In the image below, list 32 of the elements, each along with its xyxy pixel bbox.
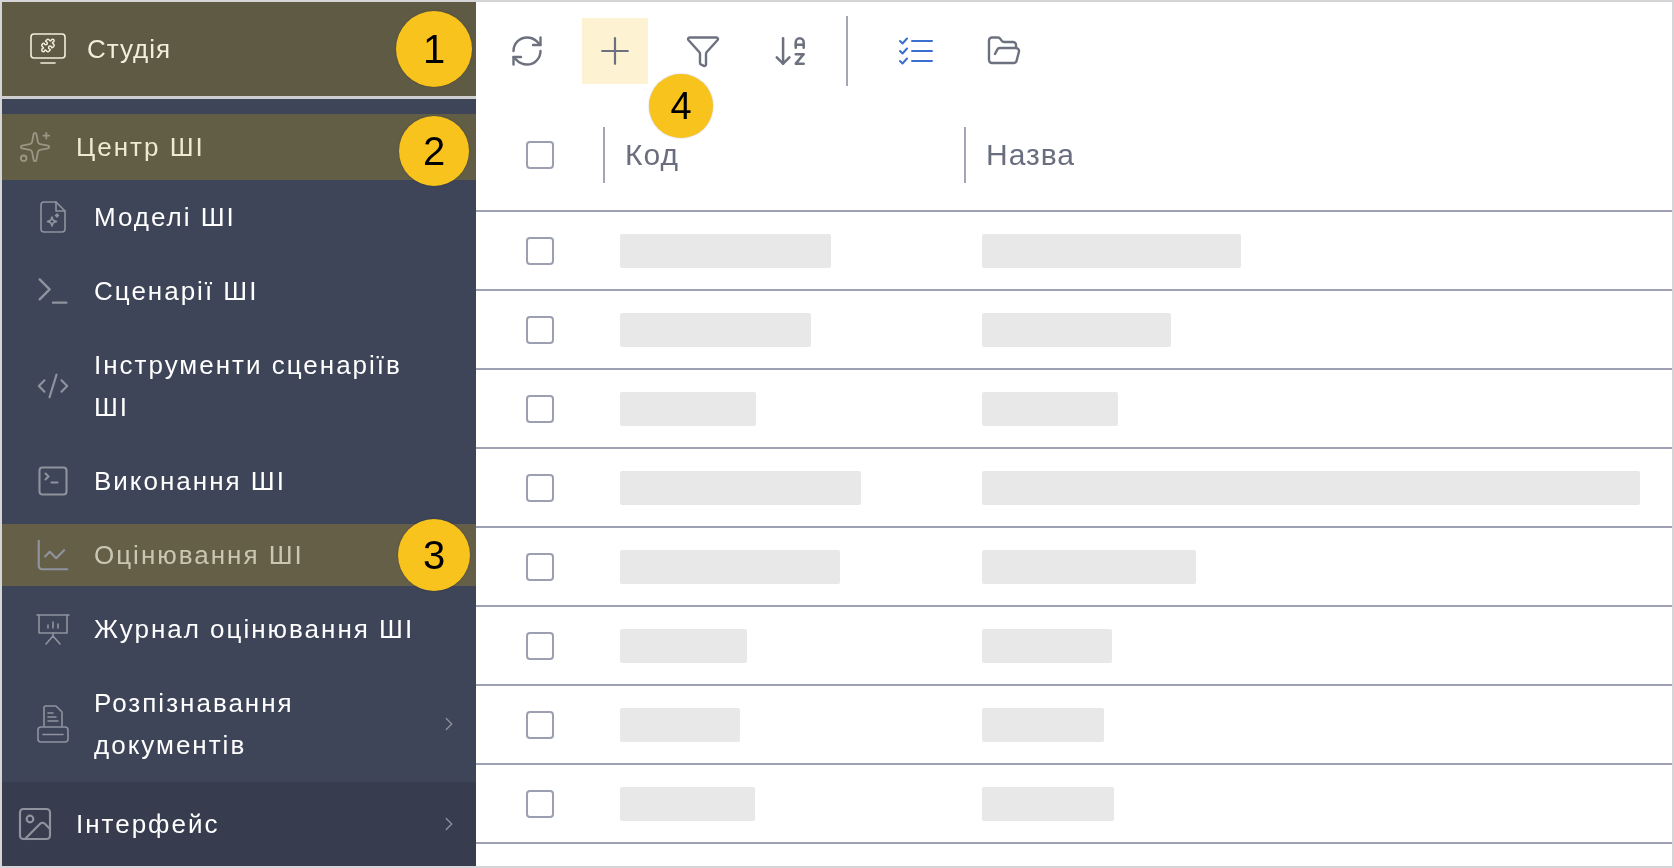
- callout-marker: 4: [649, 74, 713, 138]
- add-button[interactable]: [582, 18, 648, 84]
- callout-marker: 1: [396, 11, 472, 87]
- callout-marker: 2: [399, 116, 469, 186]
- nav-section[interactable]: Центр ШІ: [2, 114, 392, 180]
- nav-item[interactable]: Виконання ШІ: [2, 450, 476, 512]
- row-checkbox[interactable]: [525, 631, 554, 660]
- nav-item[interactable]: Сценарії ШІ: [2, 260, 476, 322]
- file-sparkle-icon: [40, 201, 66, 233]
- column-header[interactable]: Код: [625, 140, 679, 170]
- nav-item[interactable]: Розпізнавання документів: [2, 672, 476, 776]
- document-tray-icon: [37, 705, 69, 743]
- nav-item[interactable]: Моделі ШІ: [2, 186, 476, 248]
- row-checkbox[interactable]: [525, 315, 554, 344]
- sparkles-icon: [18, 130, 52, 164]
- column-header[interactable]: Назва: [986, 140, 1076, 170]
- nav-item[interactable]: Журнал оцінювання ШІ: [2, 598, 476, 660]
- presentation-chart-icon: [36, 613, 70, 645]
- nav-item[interactable]: Оцінювання ШІ: [2, 524, 392, 586]
- row-checkbox[interactable]: [525, 473, 554, 502]
- monitor-puzzle-icon: [30, 33, 66, 65]
- terminal-square-icon: [35, 463, 71, 499]
- row-checkbox[interactable]: [525, 710, 554, 739]
- callout-marker: 3: [398, 519, 470, 591]
- nav-item[interactable]: Інструменти сценаріїв ШІ: [2, 334, 476, 438]
- row-checkbox[interactable]: [525, 552, 554, 581]
- select-all-checkbox[interactable]: [525, 141, 554, 169]
- row-checkbox[interactable]: [525, 394, 554, 423]
- studio-nav-item[interactable]: Студія: [2, 2, 392, 96]
- row-checkbox[interactable]: [525, 789, 554, 818]
- nav-section[interactable]: Інтерфейс: [2, 782, 476, 866]
- row-checkbox[interactable]: [525, 236, 554, 265]
